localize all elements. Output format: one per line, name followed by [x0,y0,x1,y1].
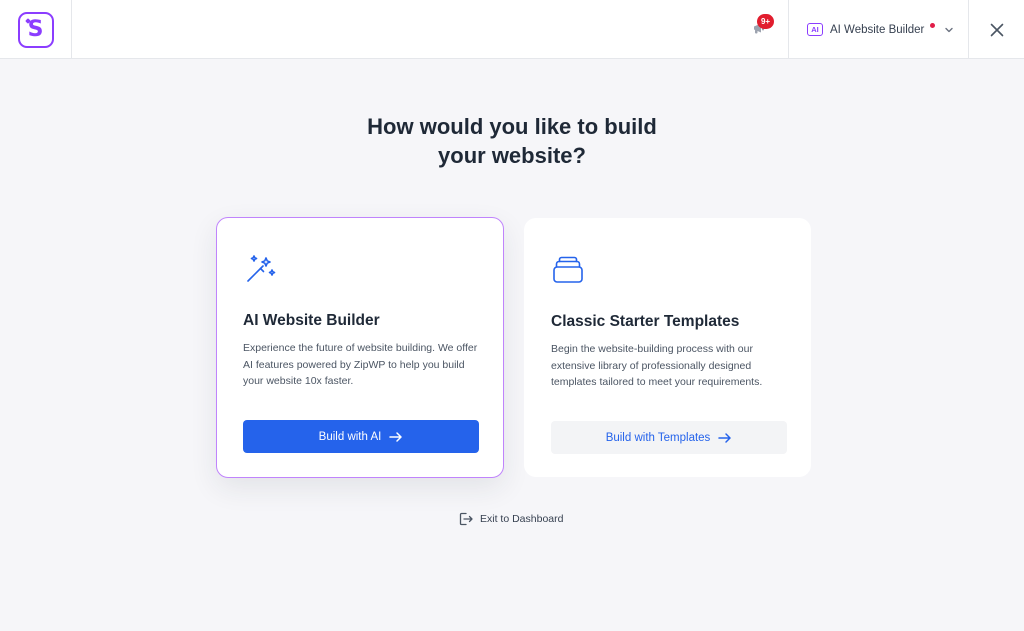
ai-website-builder-card[interactable]: AI Website Builder Experience the future… [216,217,504,478]
page-title-line-1: How would you like to build [367,114,657,139]
classic-card-description: Begin the website-building process with … [551,343,763,388]
build-with-templates-button[interactable]: Build with Templates [551,421,787,454]
close-icon [990,23,1003,36]
stacked-templates-icon [553,256,583,283]
build-with-ai-button[interactable]: Build with AI [243,420,479,453]
close-button[interactable] [969,0,1024,59]
page-title: How would you like to build your website… [312,112,712,170]
classic-starter-templates-card[interactable]: Classic Starter Templates Begin the webs… [524,218,811,477]
builder-mode-dropdown[interactable]: AI AI Website Builder [788,0,969,59]
classic-card-title: Classic Starter Templates [551,313,740,330]
logo[interactable]: S [17,11,54,48]
ai-card-description: Experience the future of website buildin… [243,342,478,387]
logo-container: S [0,0,72,59]
arrow-right-icon [718,432,732,444]
magic-wand-icon [247,255,276,282]
page-title-line-2: your website? [438,143,586,168]
builder-mode-label: AI Website Builder [830,23,925,36]
ai-card-title: AI Website Builder [243,312,380,329]
ai-badge-icon: AI [807,23,823,36]
chevron-down-icon [945,27,954,32]
exit-to-dashboard-link[interactable]: Exit to Dashboard [459,510,563,528]
status-dot [930,23,936,28]
exit-to-dashboard-label: Exit to Dashboard [480,513,564,525]
notifications-button[interactable]: 9+ [748,14,776,42]
arrow-right-icon [389,431,403,443]
exit-icon [459,512,473,526]
top-bar: S 9+ AI AI Website Builder [0,0,1024,59]
notification-count-badge: 9+ [757,14,774,29]
build-with-templates-label: Build with Templates [605,431,711,444]
build-with-ai-label: Build with AI [318,430,382,443]
